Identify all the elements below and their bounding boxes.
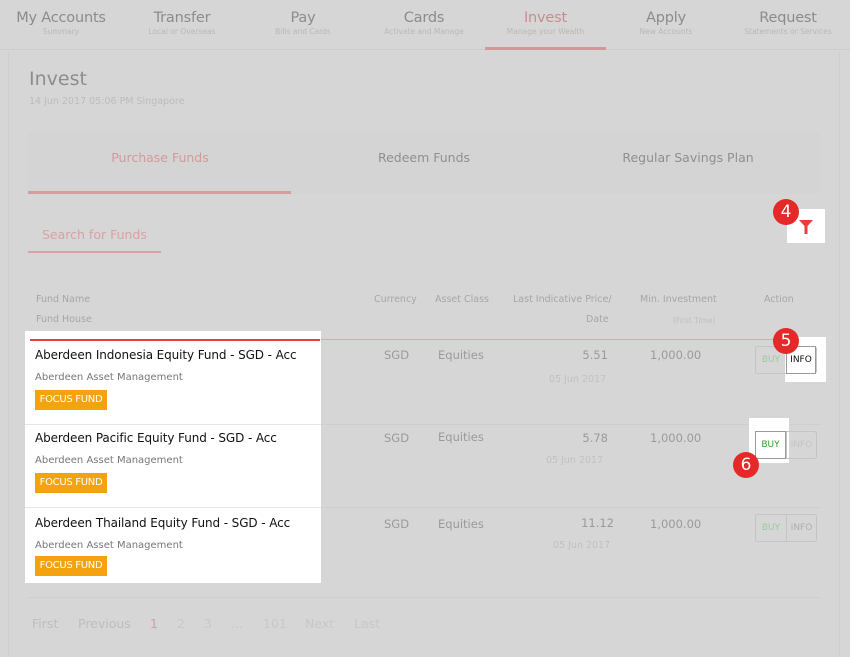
- info-button[interactable]: INFO: [786, 515, 816, 541]
- nav-cards[interactable]: Cards Activate and Manage: [364, 0, 484, 50]
- nav-subtitle: Manage your Wealth: [506, 27, 585, 36]
- last-price: 5.78: [582, 431, 608, 445]
- nav-subtitle: Statements or Services: [744, 27, 832, 36]
- header-action: Action: [764, 294, 794, 305]
- nav-title: Request: [759, 10, 817, 26]
- buy-button[interactable]: BUY: [756, 515, 786, 541]
- nav-subtitle: Summary: [42, 27, 80, 36]
- action-buttons: BUY INFO: [755, 431, 817, 459]
- header-fund-house: Fund House: [36, 314, 92, 325]
- nav-subtitle: New Accounts: [639, 27, 693, 36]
- asset-class: Equities: [438, 430, 484, 444]
- nav-subtitle: Bills and Cards: [275, 27, 331, 36]
- row-divider: [25, 424, 321, 425]
- fund-name-link[interactable]: Aberdeen Pacific Equity Fund - SGD - Acc: [35, 431, 277, 445]
- focus-fund-badge: FOCUS FUND: [35, 390, 107, 410]
- nav-request[interactable]: Request Statements or Services: [726, 0, 850, 50]
- header-last-price: Last Indicative Price/: [513, 294, 612, 305]
- filter-icon: [799, 220, 813, 234]
- nav-pay[interactable]: Pay Bills and Cards: [242, 0, 364, 50]
- min-investment: 1,000.00: [650, 431, 702, 445]
- focus-fund-badge: FOCUS FUND: [35, 556, 107, 576]
- last-price: 5.51: [582, 348, 608, 362]
- pagination-ellipsis: ...: [231, 616, 243, 631]
- nav-apply[interactable]: Apply New Accounts: [606, 0, 726, 50]
- currency: SGD: [384, 517, 410, 531]
- header-asset-class: Asset Class: [435, 294, 489, 305]
- asset-class: Equities: [438, 348, 484, 362]
- info-button[interactable]: INFO: [786, 432, 816, 458]
- tab-purchase-funds[interactable]: Purchase Funds: [28, 132, 292, 194]
- fund-house: Aberdeen Asset Management: [35, 455, 183, 466]
- fund-house: Aberdeen Asset Management: [35, 372, 183, 383]
- nav-title: Cards: [403, 10, 445, 26]
- nav-subtitle: Activate and Manage: [384, 27, 464, 36]
- table-header-divider-highlight: [30, 339, 320, 341]
- buy-button[interactable]: BUY: [755, 431, 786, 459]
- nav-subtitle: Local or Overseas: [148, 27, 216, 36]
- pagination-first[interactable]: First: [32, 616, 58, 631]
- header-min-investment: Min. Investment: [640, 294, 717, 305]
- currency: SGD: [384, 348, 410, 362]
- nav-title: Transfer: [153, 10, 211, 26]
- asset-class: Equities: [438, 517, 484, 531]
- pagination-page-1[interactable]: 1: [150, 616, 158, 631]
- page-timestamp: 14 Jun 2017 05:06 PM Singapore: [29, 96, 185, 107]
- pagination-divider: [28, 597, 820, 598]
- tab-redeem-funds[interactable]: Redeem Funds: [292, 132, 556, 194]
- annotation-badge-6: 6: [733, 452, 759, 478]
- pagination-previous[interactable]: Previous: [78, 616, 131, 631]
- row-divider: [25, 507, 321, 508]
- tab-regular-savings-plan[interactable]: Regular Savings Plan: [556, 132, 820, 194]
- focus-fund-badge: FOCUS FUND: [35, 473, 107, 493]
- header-fund-name: Fund Name: [36, 294, 91, 305]
- header-date: Date: [586, 314, 609, 325]
- fund-name-link[interactable]: Aberdeen Thailand Equity Fund - SGD - Ac…: [35, 516, 290, 530]
- nav-title: My Accounts: [16, 10, 106, 26]
- top-navigation: My Accounts Summary Transfer Local or Ov…: [0, 0, 850, 50]
- annotation-badge-4: 4: [773, 199, 799, 225]
- nav-my-accounts[interactable]: My Accounts Summary: [0, 0, 122, 50]
- last-price: 11.12: [581, 516, 614, 530]
- nav-invest[interactable]: Invest Manage your Wealth: [485, 0, 606, 50]
- header-first-time-note: (First Time): [673, 316, 716, 325]
- fund-tabs: Purchase Funds Redeem Funds Regular Savi…: [28, 132, 820, 194]
- row-divider: [321, 507, 821, 508]
- pagination-page-last[interactable]: 101: [263, 616, 287, 631]
- min-investment: 1,000.00: [650, 348, 702, 362]
- row-divider: [321, 424, 821, 425]
- header-currency: Currency: [374, 294, 417, 305]
- nav-title: Apply: [646, 10, 686, 26]
- price-date: 05 Jun 2017: [549, 374, 607, 385]
- fund-house: Aberdeen Asset Management: [35, 540, 183, 551]
- pagination-page-3[interactable]: 3: [204, 616, 212, 631]
- page-title: Invest: [29, 68, 87, 90]
- pagination-last[interactable]: Last: [354, 616, 380, 631]
- price-date: 05 Jun 2017: [546, 455, 604, 466]
- pagination-page-2[interactable]: 2: [177, 616, 185, 631]
- nav-transfer[interactable]: Transfer Local or Overseas: [122, 0, 242, 50]
- nav-title: Invest: [523, 10, 567, 26]
- fund-search-input[interactable]: Search for Funds: [28, 220, 161, 253]
- min-investment: 1,000.00: [650, 517, 702, 531]
- currency: SGD: [384, 431, 410, 445]
- fund-name-link[interactable]: Aberdeen Indonesia Equity Fund - SGD - A…: [35, 348, 297, 362]
- price-date: 05 Jun 2017: [553, 540, 611, 551]
- pagination-next[interactable]: Next: [305, 616, 334, 631]
- action-buttons: BUY INFO: [755, 514, 817, 542]
- nav-title: Pay: [290, 10, 316, 26]
- annotation-badge-5: 5: [773, 328, 799, 354]
